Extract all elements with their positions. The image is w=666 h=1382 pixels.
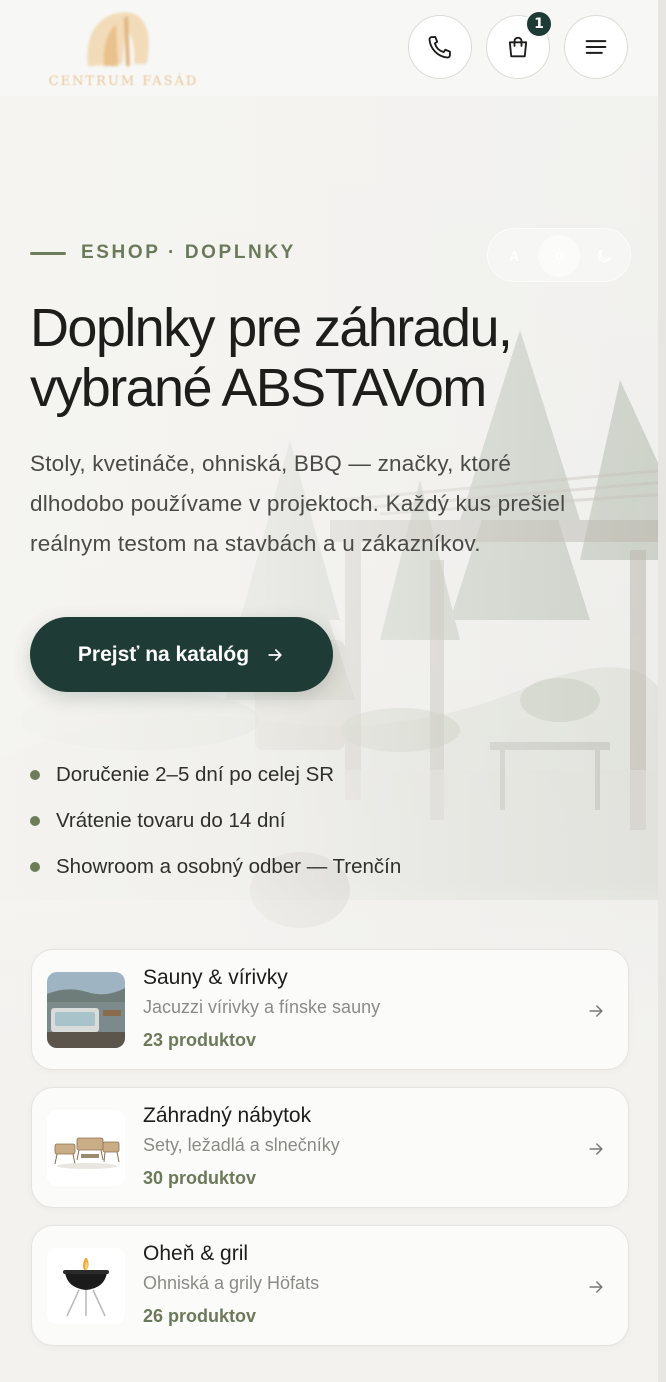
feature-text: Showroom a osobný odber — Trenčín bbox=[56, 855, 402, 878]
arrow-right-icon bbox=[589, 1281, 603, 1293]
shopping-bag-icon bbox=[508, 36, 528, 58]
cart-count-badge: 1 bbox=[525, 10, 553, 38]
category-name: Oheň & gril bbox=[143, 1242, 249, 1265]
menu-button[interactable] bbox=[564, 15, 628, 79]
scrollbar-track[interactable] bbox=[658, 0, 666, 1382]
logo-wordmark: CENTRUM FASÁD bbox=[48, 74, 199, 89]
phone-button[interactable] bbox=[408, 15, 472, 79]
bullet-dot bbox=[30, 816, 40, 826]
arrow-right-icon bbox=[268, 648, 282, 661]
category-name: Záhradný nábytok bbox=[143, 1104, 312, 1127]
arrow-right-icon bbox=[589, 1143, 603, 1155]
bullet-dot bbox=[30, 770, 40, 780]
catalog-cta-button[interactable]: Prejsť na katalóg bbox=[30, 617, 333, 692]
feature-item: Showroom a osobný odber — Trenčín bbox=[30, 844, 401, 890]
category-card-nabytok[interactable]: Záhradný nábytok Sety, ležadlá a slneční… bbox=[31, 1087, 629, 1208]
theme-switcher: A bbox=[487, 228, 631, 282]
feature-list: Doručenie 2–5 dní po celej SR Vrátenie t… bbox=[30, 752, 401, 890]
hamburger-menu-icon bbox=[585, 40, 607, 54]
feature-text: Vrátenie tovaru do 14 dní bbox=[56, 809, 286, 832]
sun-icon bbox=[550, 247, 568, 265]
page-title-line2: vybrané ABSTAVom bbox=[30, 358, 487, 418]
sauna-jacuzzi-thumbnail bbox=[47, 972, 125, 1048]
category-subtitle: Ohniská a grily Höfats bbox=[143, 1273, 320, 1293]
category-product-count: 30 produktov bbox=[143, 1168, 257, 1188]
garden-furniture-thumbnail bbox=[47, 1110, 125, 1186]
description-line3: reálnym testom na stavbách a u zákazníko… bbox=[30, 531, 481, 556]
category-subtitle: Sety, ležadlá a slnečníky bbox=[143, 1135, 340, 1155]
category-card-ohen-gril[interactable]: Oheň & gril Ohniská a grily Höfats 26 pr… bbox=[31, 1225, 629, 1346]
eyebrow-text: ESHOP · DOPLNKY bbox=[81, 242, 296, 263]
category-card-sauny[interactable]: Sauny & vírivky Jacuzzi vírivky a fínske… bbox=[31, 949, 629, 1070]
category-product-count: 26 produktov bbox=[143, 1306, 257, 1326]
page-title: Doplnky pre záhradu, vybrané ABSTAVom bbox=[30, 298, 630, 418]
page-title-line1: Doplnky pre záhradu, bbox=[30, 298, 513, 358]
category-product-count: 23 produktov bbox=[143, 1030, 257, 1050]
feature-item: Vrátenie tovaru do 14 dní bbox=[30, 798, 401, 844]
description-line1: Stoly, kvetináče, ohniská, BBQ — značky,… bbox=[30, 451, 512, 476]
theme-light-button[interactable] bbox=[538, 235, 580, 277]
brand-logo[interactable]: CENTRUM FASÁD bbox=[30, 4, 210, 94]
category-name: Sauny & vírivky bbox=[143, 966, 288, 989]
hero-description: Stoly, kvetináče, ohniská, BBQ — značky,… bbox=[30, 444, 640, 564]
theme-auto-label: A bbox=[508, 248, 520, 264]
theme-auto-button[interactable]: A bbox=[493, 235, 535, 277]
cta-label: Prejsť na katalóg bbox=[77, 642, 250, 666]
section-eyebrow: ESHOP · DOPLNKY bbox=[30, 242, 296, 264]
description-line2: dlhodobo používame v projektoch. Každý k… bbox=[30, 491, 566, 516]
category-subtitle: Jacuzzi vírivky a fínske sauny bbox=[143, 997, 381, 1017]
feature-item: Doručenie 2–5 dní po celej SR bbox=[30, 752, 401, 798]
moon-icon bbox=[597, 249, 611, 263]
site-header: CENTRUM FASÁD 1 bbox=[0, 0, 658, 96]
bullet-dot bbox=[30, 862, 40, 872]
phone-icon bbox=[428, 36, 451, 59]
cart-button[interactable]: 1 bbox=[486, 10, 553, 79]
eyebrow-dash bbox=[30, 251, 66, 255]
theme-dark-button[interactable] bbox=[583, 235, 625, 277]
arrow-right-icon bbox=[589, 1005, 603, 1017]
feature-text: Doručenie 2–5 dní po celej SR bbox=[56, 763, 335, 786]
fire-bowl-thumbnail bbox=[47, 1248, 125, 1324]
